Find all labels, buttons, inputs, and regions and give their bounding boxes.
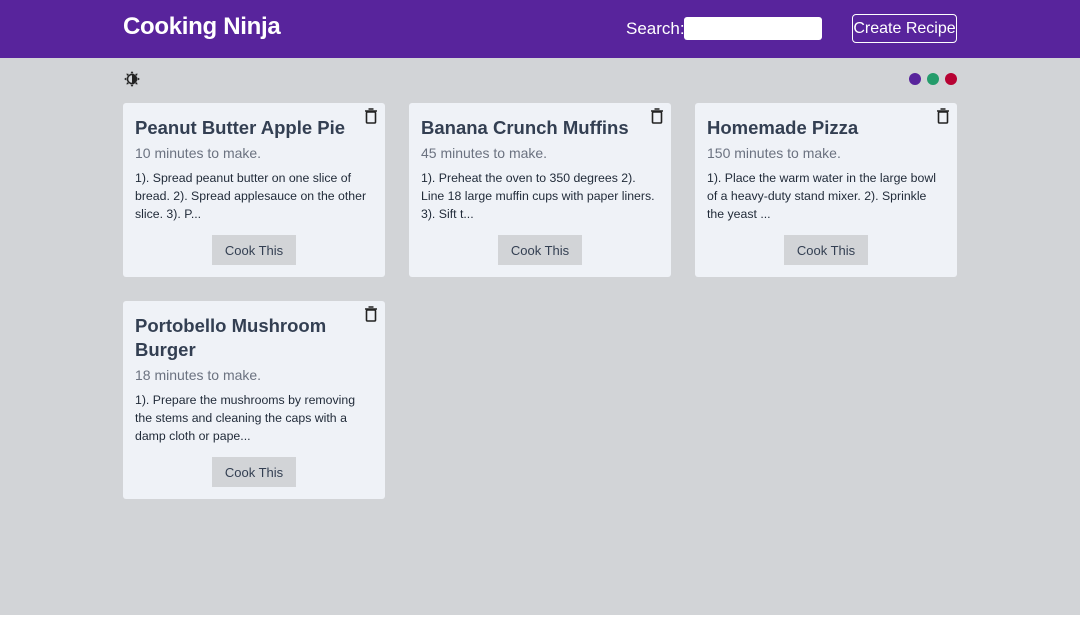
brightness-contrast-icon[interactable]: [123, 70, 141, 88]
search-input[interactable]: [684, 17, 822, 40]
recipe-time: 18 minutes to make.: [135, 367, 262, 383]
recipe-title: Portobello Mushroom Burger: [135, 315, 327, 360]
recipe-description: 1). Preheat the oven to 350 degrees 2). …: [421, 171, 655, 221]
navbar: Cooking Ninja Search: Create Recipe: [0, 0, 1080, 58]
cook-this-button[interactable]: Cook This: [498, 235, 582, 265]
cook-this-button[interactable]: Cook This: [212, 457, 296, 487]
theme-swatch-purple[interactable]: [909, 73, 921, 85]
brand-title[interactable]: Cooking Ninja: [123, 13, 281, 41]
recipe-description: 1). Spread peanut butter on one slice of…: [135, 171, 367, 221]
recipe-time: 10 minutes to make.: [135, 145, 262, 161]
recipe-card: Banana Crunch Muffins 45 minutes to make…: [409, 103, 671, 277]
cook-this-button[interactable]: Cook This: [784, 235, 868, 265]
recipe-time: 45 minutes to make.: [421, 145, 548, 161]
trash-icon[interactable]: [364, 108, 378, 124]
trash-icon[interactable]: [364, 306, 378, 322]
recipe-description: 1). Place the warm water in the large bo…: [707, 171, 936, 221]
recipe-card: Peanut Butter Apple Pie 10 minutes to ma…: [123, 103, 385, 277]
recipe-card: Homemade Pizza 150 minutes to make. 1). …: [695, 103, 957, 277]
recipe-description: 1). Prepare the mushrooms by removing th…: [135, 393, 356, 443]
cook-this-button[interactable]: Cook This: [212, 235, 296, 265]
recipe-card: Portobello Mushroom Burger 18 minutes to…: [123, 301, 385, 499]
trash-icon[interactable]: [650, 108, 664, 124]
trash-icon[interactable]: [936, 108, 950, 124]
recipe-title: Homemade Pizza: [707, 117, 859, 138]
create-recipe-button[interactable]: Create Recipe: [852, 14, 957, 43]
recipe-title: Peanut Butter Apple Pie: [135, 117, 346, 138]
main-content: Peanut Butter Apple Pie 10 minutes to ma…: [0, 58, 1080, 615]
theme-swatch-green[interactable]: [927, 73, 939, 85]
search-label: Search:: [626, 19, 685, 38]
theme-swatch-red[interactable]: [945, 73, 957, 85]
recipe-title: Banana Crunch Muffins: [421, 117, 629, 138]
recipe-time: 150 minutes to make.: [707, 145, 841, 161]
